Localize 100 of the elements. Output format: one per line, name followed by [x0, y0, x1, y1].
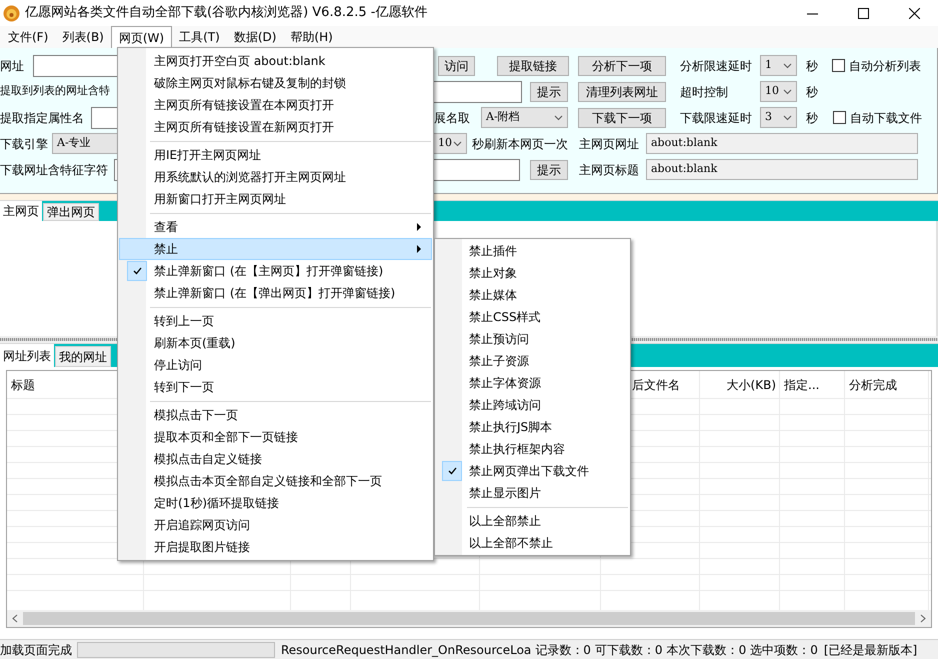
menu-item[interactable]: 模拟点击自定义链接 — [119, 448, 432, 470]
menu-item[interactable]: 禁止显示图片 — [435, 482, 630, 504]
status-count: 记录数：0 — [535, 642, 591, 658]
menu-item[interactable]: 禁止插件 — [435, 240, 630, 262]
unit-label: 秒 — [806, 58, 818, 74]
menu-item[interactable]: 禁止弹新窗口 (在【弹出网页】打开弹窗链接) — [119, 282, 432, 304]
download-delay-select[interactable]: 3 — [760, 107, 797, 128]
field-label: 下载网址含特征字符 — [0, 162, 108, 178]
menu-item[interactable]: 以上全部禁止 — [435, 510, 630, 532]
menu-item[interactable]: 定时(1秒)循环提取链接 — [119, 492, 432, 514]
field-label: 提取指定属性名 — [0, 110, 84, 126]
hint-button[interactable]: 提示 — [530, 82, 568, 102]
column-header[interactable]: 标题 — [11, 376, 35, 394]
tab[interactable]: 主网页 — [0, 201, 42, 221]
hint-button[interactable]: 提示 — [530, 160, 568, 180]
menu-item[interactable]: 模拟点击下一页 — [119, 404, 432, 426]
tab[interactable]: 网址列表 — [0, 344, 54, 367]
menu-item[interactable]: 用新窗口打开主网页网址 — [119, 188, 432, 210]
extension-select[interactable]: A-附档 — [481, 107, 568, 128]
window-title: 亿愿网站各类文件自动全部下载(谷歌内核浏览器) V6.8.2.5 -亿愿软件 — [25, 4, 428, 22]
menu-item[interactable]: 主网页打开空白页 about:blank — [119, 50, 432, 72]
scroll-right-icon[interactable] — [920, 614, 926, 623]
tab[interactable]: 弹出网页 — [43, 203, 99, 221]
page-url-field[interactable]: about:blank — [646, 133, 918, 154]
chevron-icon — [453, 140, 462, 146]
checkbox[interactable] — [833, 111, 846, 124]
menu-item[interactable]: 用IE打开主网页网址 — [119, 144, 432, 166]
menu-bar-item[interactable]: 网页(W) — [110, 26, 172, 48]
menu-item[interactable]: 禁止执行框架内容 — [435, 438, 630, 460]
tab[interactable]: 我的网址 — [55, 346, 111, 367]
refresh-select[interactable]: 10 — [433, 133, 467, 154]
menu-item[interactable]: 禁止 — [119, 238, 432, 260]
checkbox[interactable] — [832, 59, 845, 72]
menu-item[interactable]: 开启提取图片链接 — [119, 536, 432, 558]
field-label: 展名取 — [434, 110, 470, 126]
field-label: 超时控制 — [680, 84, 728, 100]
menu-item[interactable]: 主网页所有链接设置在新网页打开 — [119, 116, 432, 138]
chevron-icon — [783, 88, 792, 94]
delay-select[interactable]: 1 — [760, 55, 797, 76]
menu-bar-item[interactable]: 数据(D) — [226, 26, 284, 48]
menu-item[interactable]: 模拟点击本页全部自定义链接和全部下一页 — [119, 470, 432, 492]
field-label: 主网页网址 — [579, 136, 639, 152]
checkbox-label: 自动下载文件 — [850, 110, 922, 126]
menu-bar-item[interactable]: 帮助(H) — [283, 26, 340, 48]
extract-links-button[interactable]: 提取链接 — [497, 56, 569, 76]
menu-item[interactable]: 破除主网页对鼠标右键及复制的封锁 — [119, 72, 432, 94]
menu-item[interactable]: 禁止对象 — [435, 262, 630, 284]
menu-item[interactable]: 刷新本页(重载) — [119, 332, 432, 354]
menu-item[interactable]: 用系统默认的浏览器打开主网页网址 — [119, 166, 432, 188]
menu-item[interactable]: 禁止子资源 — [435, 350, 630, 372]
timeout-select[interactable]: 10 — [760, 81, 797, 102]
scrollbar-thumb[interactable] — [23, 612, 915, 625]
page-title-field[interactable]: about:blank — [646, 159, 918, 180]
field-label: 下载限速延时 — [680, 110, 752, 126]
menu-item[interactable]: 开启追踪网页访问 — [119, 514, 432, 536]
menu-bar-item[interactable]: 文件(F) — [1, 26, 56, 48]
column-header[interactable]: 指定... — [784, 376, 820, 394]
submenu-arrow-icon — [417, 223, 421, 231]
menu-item[interactable]: 禁止媒体 — [435, 284, 630, 306]
menu-item[interactable]: 禁止执行JS脚本 — [435, 416, 630, 438]
field-label: 网址 — [0, 58, 25, 74]
field-label: 分析限速延时 — [680, 58, 752, 74]
menu-item[interactable]: 转到上一页 — [119, 310, 432, 332]
status-count: 本次下载数：0 — [666, 642, 746, 658]
status-version: [已经是最新版本] — [824, 642, 918, 658]
menu-item[interactable]: 查看 — [119, 216, 432, 238]
column-header[interactable]: 后文件名 — [632, 376, 680, 394]
menu-item[interactable]: 提取本页和全部下一页链接 — [119, 426, 432, 448]
checkbox-label: 自动分析列表 — [849, 58, 921, 74]
chevron-icon — [554, 114, 563, 120]
column-header[interactable]: 大小(KB) — [726, 376, 776, 394]
menu-item[interactable]: 禁止CSS样式 — [435, 306, 630, 328]
menu-item[interactable]: 禁止网页弹出下载文件 — [435, 460, 630, 482]
unit-label: 秒 — [806, 110, 818, 126]
menu-item[interactable]: 禁止跨域访问 — [435, 394, 630, 416]
menu-item[interactable]: 以上全部不禁止 — [435, 532, 630, 554]
menu-item[interactable]: 禁止字体资源 — [435, 372, 630, 394]
menu-item[interactable]: 主网页所有链接设置在本网页打开 — [119, 94, 432, 116]
analyze-next-button[interactable]: 分析下一项 — [578, 56, 666, 76]
horizontal-scrollbar[interactable] — [7, 610, 931, 627]
menu-item[interactable]: 停止访问 — [119, 354, 432, 376]
filter-field[interactable] — [432, 80, 522, 102]
app-logo-icon — [3, 4, 20, 22]
maximize-icon[interactable] — [858, 8, 869, 18]
field-label: 主网页标题 — [579, 162, 639, 178]
unit-label: 秒 — [806, 84, 818, 100]
status-event: ResourceRequestHandler_OnResourceLoa — [281, 642, 532, 658]
column-header[interactable]: 分析完成 — [849, 376, 897, 394]
menu-bar-item[interactable]: 列表(B) — [55, 26, 111, 48]
menu-item[interactable]: 禁止预访问 — [435, 328, 630, 350]
scroll-left-icon[interactable] — [12, 614, 18, 623]
download-next-button[interactable]: 下载下一项 — [578, 108, 666, 128]
close-icon[interactable] — [909, 8, 920, 18]
visit-button[interactable]: 访问 — [438, 56, 475, 76]
menu-item[interactable]: 禁止弹新窗口 (在【主网页】打开弹窗链接) — [119, 260, 432, 282]
menu-item[interactable]: 转到下一页 — [119, 376, 432, 398]
field-label: 下载引擎 — [0, 136, 48, 152]
field-label: 提取到列表的网址含特 — [0, 83, 110, 100]
clean-list-button[interactable]: 清理列表网址 — [578, 82, 666, 102]
menu-bar-item[interactable]: 工具(T) — [172, 26, 227, 48]
